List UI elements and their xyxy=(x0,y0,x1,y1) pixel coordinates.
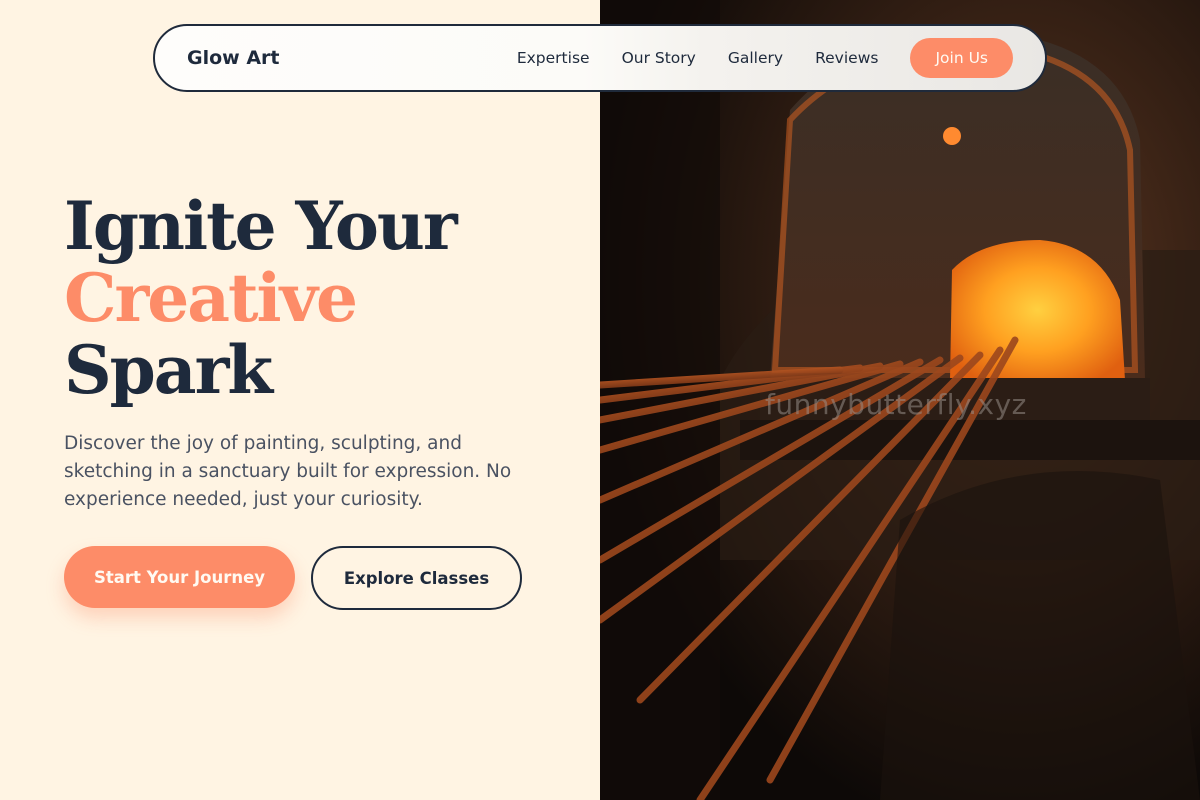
watermark-text: funnybutterfly.xyz xyxy=(765,388,1027,421)
nav-link-reviews[interactable]: Reviews xyxy=(815,49,878,67)
brand-logo[interactable]: Glow Art xyxy=(187,47,280,69)
join-us-button[interactable]: Join Us xyxy=(910,38,1013,78)
headline-line-2: Creative xyxy=(64,259,358,337)
top-navbar: Glow Art Expertise Our Story Gallery Rev… xyxy=(153,24,1047,92)
headline-line-1: Ignite Your xyxy=(64,187,458,265)
headline-line-3: Spark xyxy=(64,331,273,409)
nav-link-gallery[interactable]: Gallery xyxy=(728,49,783,67)
start-journey-button[interactable]: Start Your Journey xyxy=(64,546,295,608)
hero-headline: Ignite Your Creative Spark xyxy=(64,187,458,409)
nav-link-expertise[interactable]: Expertise xyxy=(517,49,590,67)
explore-classes-button[interactable]: Explore Classes xyxy=(311,546,522,610)
nav-link-our-story[interactable]: Our Story xyxy=(622,49,696,67)
nav-links: Expertise Our Story Gallery Reviews xyxy=(517,49,879,67)
hero-description: Discover the joy of painting, sculpting,… xyxy=(64,433,512,510)
